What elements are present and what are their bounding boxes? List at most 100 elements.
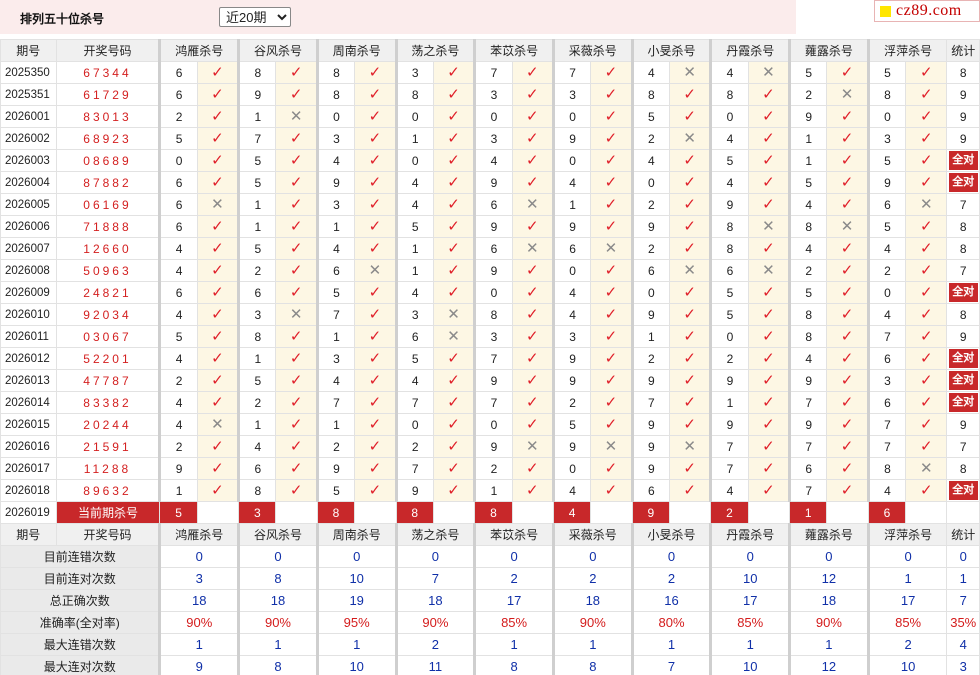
kill-number-cell: 6 — [473, 237, 513, 260]
current-kill-value: 4 — [552, 501, 592, 524]
result-cell: ✓ — [275, 435, 318, 458]
result-cell: ✓ — [590, 325, 633, 348]
kill-number-cell: 3 — [315, 193, 356, 216]
result-cell: ✓ — [432, 61, 476, 84]
stats-value: 17 — [866, 589, 948, 612]
kill-number-cell: 5 — [866, 149, 907, 172]
result-cell: ✕ — [905, 457, 948, 480]
result-cell: ✓ — [196, 259, 240, 282]
period-select[interactable]: 近20期 — [219, 7, 291, 27]
result-cell: ✕ — [826, 83, 869, 106]
check-mark-icon: ✓ — [368, 86, 382, 103]
stats-label: 最大连对次数 — [0, 655, 161, 675]
kill-number-cell: 8 — [709, 83, 749, 106]
stats-total: 4 — [946, 633, 980, 656]
check-mark-icon: ✓ — [368, 196, 382, 213]
check-mark-icon: ✓ — [840, 328, 854, 345]
result-cell: ✕ — [668, 61, 712, 84]
check-mark-icon: ✓ — [211, 438, 224, 455]
result-cell: ✓ — [747, 171, 791, 194]
result-cell: ✓ — [354, 127, 397, 150]
kill-number-cell: 2 — [158, 435, 198, 458]
check-mark-icon: ✓ — [840, 284, 854, 301]
result-cell: ✓ — [668, 457, 712, 480]
result-cell: ✓ — [432, 369, 476, 392]
all-correct-badge: 全对 — [948, 349, 978, 368]
kill-number-cell: 6 — [158, 193, 198, 216]
result-cell: ✓ — [354, 435, 397, 458]
check-mark-icon: ✓ — [211, 306, 224, 323]
kill-number-cell: 9 — [473, 215, 513, 238]
result-cell: ✕ — [196, 193, 240, 216]
current-kill-value: 1 — [789, 501, 828, 524]
kill-number-cell: 8 — [237, 61, 277, 84]
result-cell: ✓ — [747, 369, 791, 392]
kill-number-cell: 1 — [394, 259, 434, 282]
site-logo[interactable]: cz89.com — [874, 0, 980, 22]
check-mark-icon: ✓ — [525, 394, 539, 411]
kill-number-cell: 0 — [473, 281, 513, 304]
issue-cell: 2026010 — [0, 303, 57, 326]
check-mark-icon: ✓ — [289, 86, 303, 103]
check-mark-icon: ✓ — [919, 482, 933, 499]
total-cell: 全对 — [946, 171, 980, 194]
check-mark-icon: ✓ — [762, 196, 775, 213]
result-cell: ✓ — [511, 391, 554, 414]
total-cell: 9 — [946, 83, 980, 106]
check-mark-icon: ✓ — [211, 174, 224, 191]
result-cell: ✓ — [826, 127, 869, 150]
result-cell: ✓ — [826, 281, 869, 304]
stats-total: 0 — [946, 545, 980, 568]
kill-number-cell: 4 — [709, 171, 749, 194]
result-cell: ✓ — [275, 171, 318, 194]
check-mark-icon: ✓ — [604, 262, 618, 279]
stats-value: 18 — [237, 589, 318, 612]
current-kill-value: 8 — [316, 501, 356, 524]
kill-number-cell: 1 — [237, 413, 277, 436]
current-kill-value: 6 — [867, 501, 907, 524]
col-killer: 丹霞杀号 — [709, 39, 791, 62]
col-killer: 谷风杀号 — [237, 523, 318, 546]
result-cell: ✓ — [511, 61, 554, 84]
stats-label: 最大连错次数 — [0, 633, 161, 656]
stats-value: 8 — [473, 655, 554, 675]
check-mark-icon: ✓ — [604, 152, 618, 169]
issue-cell: 2026016 — [0, 435, 57, 458]
kill-number-cell: 0 — [709, 105, 749, 128]
stats-row: 目前连错次数 0 0 0 0 0 0 0 0 0 0 0 — [0, 545, 980, 568]
issue-cell: 2026003 — [0, 149, 57, 172]
kill-number-cell: 2 — [315, 435, 356, 458]
issue-cell: 2026011 — [0, 325, 57, 348]
kill-number-cell: 4 — [630, 61, 670, 84]
stats-value: 1 — [788, 633, 869, 656]
col-killer: 苯苡杀号 — [473, 523, 554, 546]
check-mark-icon: ✓ — [919, 262, 933, 279]
check-mark-icon: ✓ — [211, 394, 224, 411]
result-cell: ✓ — [747, 105, 791, 128]
check-mark-icon: ✓ — [762, 328, 775, 345]
kill-number-cell: 1 — [237, 215, 277, 238]
kill-number-cell: 2 — [630, 193, 670, 216]
check-mark-icon: ✓ — [447, 130, 460, 147]
check-mark-icon: ✓ — [368, 328, 382, 345]
result-cell: ✓ — [354, 171, 397, 194]
kill-number-cell: 8 — [630, 83, 670, 106]
result-cell: ✕ — [511, 193, 554, 216]
check-mark-icon: ✓ — [289, 284, 303, 301]
result-cell: ✓ — [590, 171, 633, 194]
check-mark-icon: ✓ — [447, 460, 460, 477]
check-mark-icon: ✓ — [525, 130, 539, 147]
kill-number-cell: 6 — [551, 237, 592, 260]
check-mark-icon: ✓ — [525, 152, 539, 169]
result-cell: ✓ — [275, 391, 318, 414]
cross-mark-icon: ✕ — [604, 240, 618, 257]
result-cell: ✓ — [668, 281, 712, 304]
all-correct-badge: 全对 — [948, 371, 978, 390]
draw-code-cell: 83013 — [55, 105, 161, 128]
result-cell: ✓ — [590, 259, 633, 282]
result-cell: ✓ — [354, 237, 397, 260]
result-cell: ✓ — [354, 281, 397, 304]
table-row: 2026006 71888 6 ✓ 1 ✓ 1 ✓ 5 ✓ 9 ✓ 9 ✓ 9 ✓ 8 ✕ 8 ✕ 5 ✓ 8 — [0, 215, 980, 238]
check-mark-icon: ✓ — [211, 152, 224, 169]
result-cell: ✓ — [432, 413, 476, 436]
